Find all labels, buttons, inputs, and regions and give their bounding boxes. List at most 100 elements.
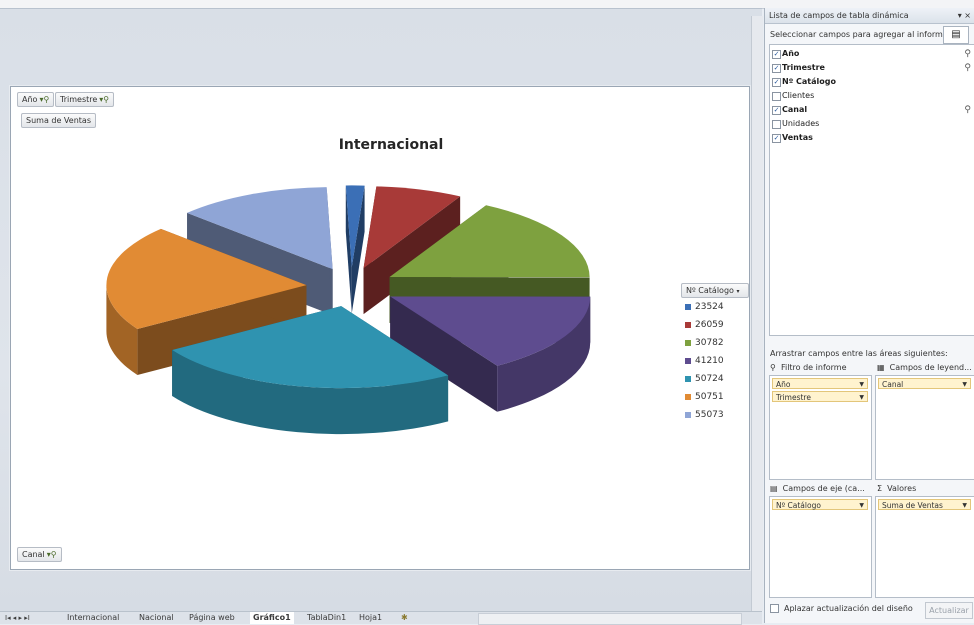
filter-icon: ⚲	[964, 103, 971, 117]
dropdown-icon: ▼	[859, 392, 864, 403]
field-label: Unidades	[782, 119, 819, 128]
axis-fields-icon: ▤	[770, 484, 778, 493]
field-label: Clientes	[782, 91, 814, 100]
legend-swatch	[685, 322, 691, 328]
legend-item: 50751	[681, 388, 749, 406]
legend-item: 23524	[681, 298, 749, 316]
panel-title: Lista de campos de tabla dinámica ▾ ×	[765, 8, 974, 24]
layout-icon: ▤	[951, 29, 960, 40]
legend-field-button[interactable]: Nº Catálogo ▾	[681, 283, 749, 298]
filter-icon: ▾⚲	[47, 550, 57, 559]
filter-pill-year[interactable]: Año ▼	[772, 378, 868, 389]
tab-tabladin1[interactable]: TablaDin1	[304, 612, 349, 624]
legend-label: 55073	[695, 410, 724, 420]
values-header: Σ Valores	[877, 484, 916, 493]
field-label: Trimestre	[782, 63, 825, 72]
defer-update-row[interactable]: Aplazar actualización del diseño	[770, 604, 913, 613]
field-checkbox[interactable]: ✓	[772, 106, 781, 115]
horizontal-scrollbar[interactable]	[478, 613, 742, 625]
field-label: Ventas	[782, 133, 813, 142]
values-title: Valores	[887, 484, 916, 493]
pivot-chart[interactable]: Año▾⚲ Trimestre▾⚲ Suma de Ventas Interna…	[10, 86, 750, 570]
panel-menu-icon[interactable]: ▾ ×	[958, 8, 971, 24]
pill-label: Canal	[882, 380, 903, 389]
field-row[interactable]: ✓Año ⚲	[770, 47, 974, 61]
defer-update-checkbox[interactable]	[770, 604, 779, 613]
pill-label: Nº Catálogo	[776, 501, 821, 510]
values-area[interactable]: Suma de Ventas ▼	[875, 496, 974, 598]
legend-label: 41210	[695, 356, 724, 366]
new-sheet-icon[interactable]: ✱	[398, 612, 411, 624]
legend-swatch	[685, 376, 691, 382]
axis-pill-catalog[interactable]: Nº Catálogo ▼	[772, 499, 868, 510]
report-filter-title: Filtro de informe	[781, 363, 847, 372]
axis-fields-area[interactable]: Nº Catálogo ▼	[769, 496, 872, 598]
legend-swatch	[685, 394, 691, 400]
legend-fields-area[interactable]: Canal ▼	[875, 375, 974, 480]
field-row[interactable]: ✓Ventas	[770, 131, 974, 145]
pie-chart	[11, 87, 749, 569]
pivot-field-list-panel: Lista de campos de tabla dinámica ▾ × Se…	[764, 8, 974, 623]
pill-label: Trimestre	[776, 393, 811, 402]
axis-field-button[interactable]: Canal▾⚲	[17, 547, 62, 562]
legend-fields-title: Campos de leyend...	[890, 363, 972, 372]
axis-fields-title: Campos de eje (ca...	[783, 484, 865, 493]
legend-item: 41210	[681, 352, 749, 370]
tab-grafico1[interactable]: Gráfico1	[250, 612, 294, 624]
chart-workspace: Año▾⚲ Trimestre▾⚲ Suma de Ventas Interna…	[0, 8, 762, 612]
field-checkbox[interactable]	[772, 92, 781, 101]
legend-fields-icon: ▦	[877, 363, 885, 372]
tab-nav-arrows[interactable]: I◂ ◂ ▸ ▸I	[2, 612, 33, 624]
pill-label: Año	[776, 380, 790, 389]
field-checkbox[interactable]: ✓	[772, 50, 781, 59]
axis-fields-header: ▤ Campos de eje (ca...	[770, 484, 865, 493]
legend-field-label: Nº Catálogo	[686, 286, 734, 295]
sigma-icon: Σ	[877, 484, 882, 493]
drag-areas-label: Arrastrar campos entre las áreas siguien…	[770, 349, 948, 358]
tab-pagina-web[interactable]: Página web	[186, 612, 238, 624]
pill-label: Suma de Ventas	[882, 501, 943, 510]
legend-pill-channel[interactable]: Canal ▼	[878, 378, 971, 389]
filter-icon: ⚲	[964, 61, 971, 75]
tab-hoja1[interactable]: Hoja1	[356, 612, 385, 624]
tab-internacional[interactable]: Internacional	[64, 612, 122, 624]
filter-icon: ⚲	[964, 47, 971, 61]
layout-options-button[interactable]: ▤	[943, 26, 969, 44]
values-pill-sales[interactable]: Suma de Ventas ▼	[878, 499, 971, 510]
field-row[interactable]: Unidades	[770, 117, 974, 131]
legend-swatch	[685, 412, 691, 418]
panel-title-text: Lista de campos de tabla dinámica	[769, 11, 909, 20]
sheet-tabs-bar: I◂ ◂ ▸ ▸I Internacional Nacional Página …	[0, 611, 762, 624]
legend-swatch	[685, 358, 691, 364]
field-row[interactable]: Clientes	[770, 89, 974, 103]
dropdown-icon: ▼	[962, 379, 967, 390]
field-checkbox[interactable]	[772, 120, 781, 129]
legend-item: 50724	[681, 370, 749, 388]
legend-item: 26059	[681, 316, 749, 334]
update-button[interactable]: Actualizar	[925, 602, 973, 619]
pie-slice[interactable]	[346, 185, 365, 313]
legend-swatch	[685, 304, 691, 310]
filter-pill-quarter[interactable]: Trimestre ▼	[772, 391, 868, 402]
legend-label: 30782	[695, 338, 724, 348]
dropdown-icon: ▼	[859, 500, 864, 511]
field-checkbox[interactable]: ✓	[772, 134, 781, 143]
field-row[interactable]: ✓Canal⚲	[770, 103, 974, 117]
dropdown-icon: ▼	[962, 500, 967, 511]
field-checkbox[interactable]: ✓	[772, 78, 781, 87]
field-row[interactable]: ✓Trimestre ⚲	[770, 61, 974, 75]
vertical-scrollbar[interactable]	[751, 16, 763, 611]
field-row[interactable]: ✓Nº Catálogo	[770, 75, 974, 89]
dropdown-icon: ▾	[736, 288, 739, 295]
legend-label: 23524	[695, 302, 724, 312]
field-label: Nº Catálogo	[782, 77, 836, 86]
legend-label: 50751	[695, 392, 724, 402]
legend-item: 30782	[681, 334, 749, 352]
field-checkbox[interactable]: ✓	[772, 64, 781, 73]
field-label: Año	[782, 49, 799, 58]
dropdown-icon: ▼	[859, 379, 864, 390]
legend-fields-header: ▦ Campos de leyend...	[877, 363, 972, 372]
report-filter-area[interactable]: Año ▼ Trimestre ▼	[769, 375, 872, 480]
filter-icon: ⚲	[770, 363, 776, 372]
tab-nacional[interactable]: Nacional	[136, 612, 177, 624]
